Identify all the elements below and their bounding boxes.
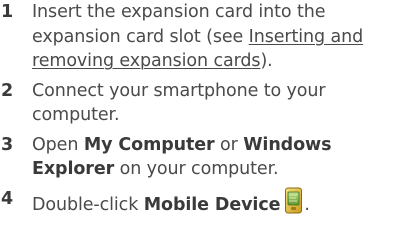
step-text-suffix: on your computer.	[114, 159, 279, 179]
step-3: 3 Open My Computer or Windows Explorer o…	[0, 133, 399, 182]
step-number: 1	[1, 2, 14, 22]
step-text-suffix: .	[304, 194, 310, 215]
step-text: Insert the expansion card into the expan…	[32, 2, 363, 71]
step-4: 4 Double-click Mobile Device .	[0, 187, 399, 218]
step-number: 3	[1, 134, 14, 155]
step-number: 4	[1, 188, 14, 209]
step-2: 2 Connect your smartphone to your comput…	[0, 79, 399, 128]
step-text-after: ).	[260, 51, 273, 71]
mobile-device-icon	[284, 187, 304, 215]
step-text-middle: or	[214, 134, 244, 155]
step-text: Open My Computer or Windows Explorer on …	[32, 134, 332, 180]
mobile-device-label: Mobile Device	[143, 194, 281, 215]
step-1: 1 Insert the expansion card into the exp…	[0, 0, 399, 74]
instruction-steps: 1 Insert the expansion card into the exp…	[0, 0, 399, 217]
step-text: Connect your smartphone to your computer…	[32, 80, 326, 126]
step-text-prefix: Double-click	[32, 194, 144, 215]
step-number: 2	[1, 80, 14, 101]
step-text: Double-click Mobile Device .	[32, 187, 310, 215]
my-computer-label: My Computer	[83, 134, 215, 155]
step-text-prefix: Open	[32, 134, 84, 155]
